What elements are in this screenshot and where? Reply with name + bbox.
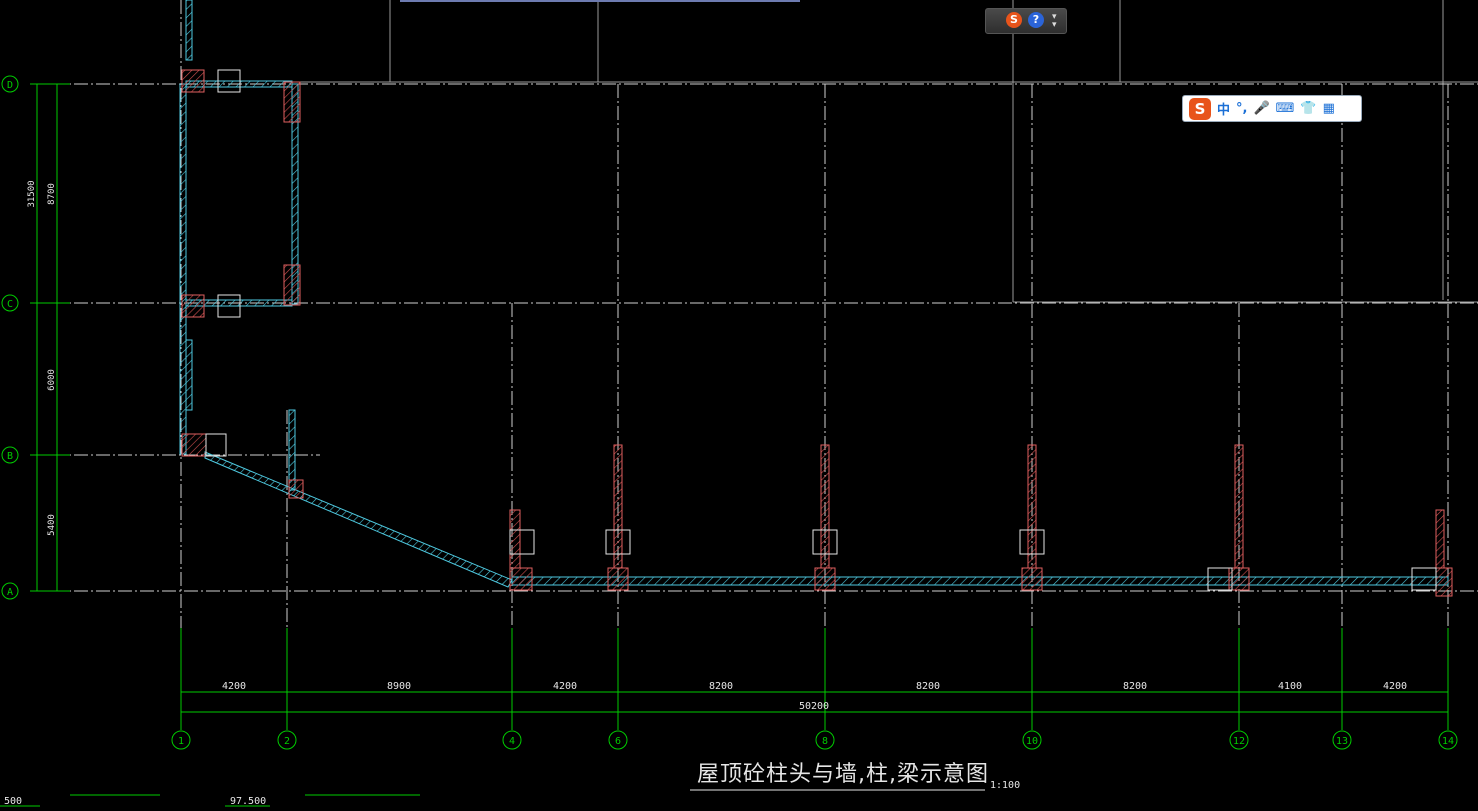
- axis-number-4: 4: [509, 736, 515, 747]
- dim-8-10: 8200: [916, 681, 940, 692]
- left-dimension-text: 31500 8700 6000 5400: [27, 180, 57, 535]
- bottom-label-97500: 97.500: [230, 796, 266, 807]
- dim-13-14: 4200: [1383, 681, 1407, 692]
- sogou-s-icon[interactable]: S: [1006, 12, 1022, 28]
- axis-letter-a: A: [7, 587, 13, 598]
- bottom-dimension-lines: [180, 628, 1449, 730]
- dim-1-2: 4200: [222, 681, 246, 692]
- axis-number-6: 6: [615, 736, 621, 747]
- dim-total: 50200: [799, 701, 829, 712]
- bottom-label-500: 500: [4, 796, 22, 807]
- columns: [181, 69, 1453, 597]
- dim-6-8: 8200: [709, 681, 733, 692]
- dim-left-total: 31500: [27, 180, 37, 207]
- axis-number-8: 8: [822, 736, 828, 747]
- axis-letters: D C B A: [7, 80, 13, 598]
- axis-letter-d: D: [7, 80, 13, 91]
- bottom-left-fragments: [0, 794, 420, 807]
- dim-4-6: 4200: [553, 681, 577, 692]
- walls-and-beams: [179, 0, 1449, 588]
- axis-number-2: 2: [284, 736, 290, 747]
- axis-number-1: 1: [178, 736, 184, 747]
- dim-2-4: 8900: [387, 681, 411, 692]
- mic-icon[interactable]: 🎤: [1253, 101, 1269, 116]
- help-icon[interactable]: ?: [1028, 12, 1044, 28]
- bottom-dimension-text: 4200 8900 4200 8200 8200 8200 4100 4200 …: [222, 681, 1407, 712]
- dim-12-13: 4100: [1278, 681, 1302, 692]
- skin-icon[interactable]: 👕: [1300, 101, 1316, 116]
- axis-letter-b: B: [7, 451, 13, 462]
- background-reference-lines: [300, 0, 1478, 303]
- toolbar-menu-icon[interactable]: ▾ ▾: [1052, 13, 1057, 30]
- dim-10-12: 8200: [1123, 681, 1147, 692]
- sogou-logo-icon[interactable]: S: [1189, 97, 1211, 120]
- drawing-title: 屋顶砼柱头与墙,柱,梁示意图: [697, 762, 989, 787]
- axis-number-14: 14: [1442, 736, 1454, 747]
- dim-left-c-b: 6000: [47, 369, 57, 391]
- dim-left-b-a: 5400: [47, 514, 57, 536]
- ime-status-bar[interactable]: S 中 °, 🎤 ⌨ 👕 ▦: [1182, 95, 1362, 122]
- floating-toolbar[interactable]: S ? ▾ ▾: [985, 8, 1067, 34]
- axis-number-10: 10: [1026, 736, 1038, 747]
- ime-language-toggle[interactable]: 中: [1217, 99, 1230, 118]
- ime-punctuation-toggle[interactable]: °,: [1236, 101, 1247, 116]
- dim-left-d-c: 8700: [47, 183, 57, 205]
- axis-number-12: 12: [1233, 736, 1245, 747]
- axis-letter-c: C: [7, 299, 13, 310]
- axis-number-13: 13: [1336, 736, 1348, 747]
- drawing-scale: 1:100: [990, 780, 1021, 791]
- keyboard-icon[interactable]: ⌨: [1276, 101, 1295, 116]
- grid-icon[interactable]: ▦: [1323, 101, 1335, 116]
